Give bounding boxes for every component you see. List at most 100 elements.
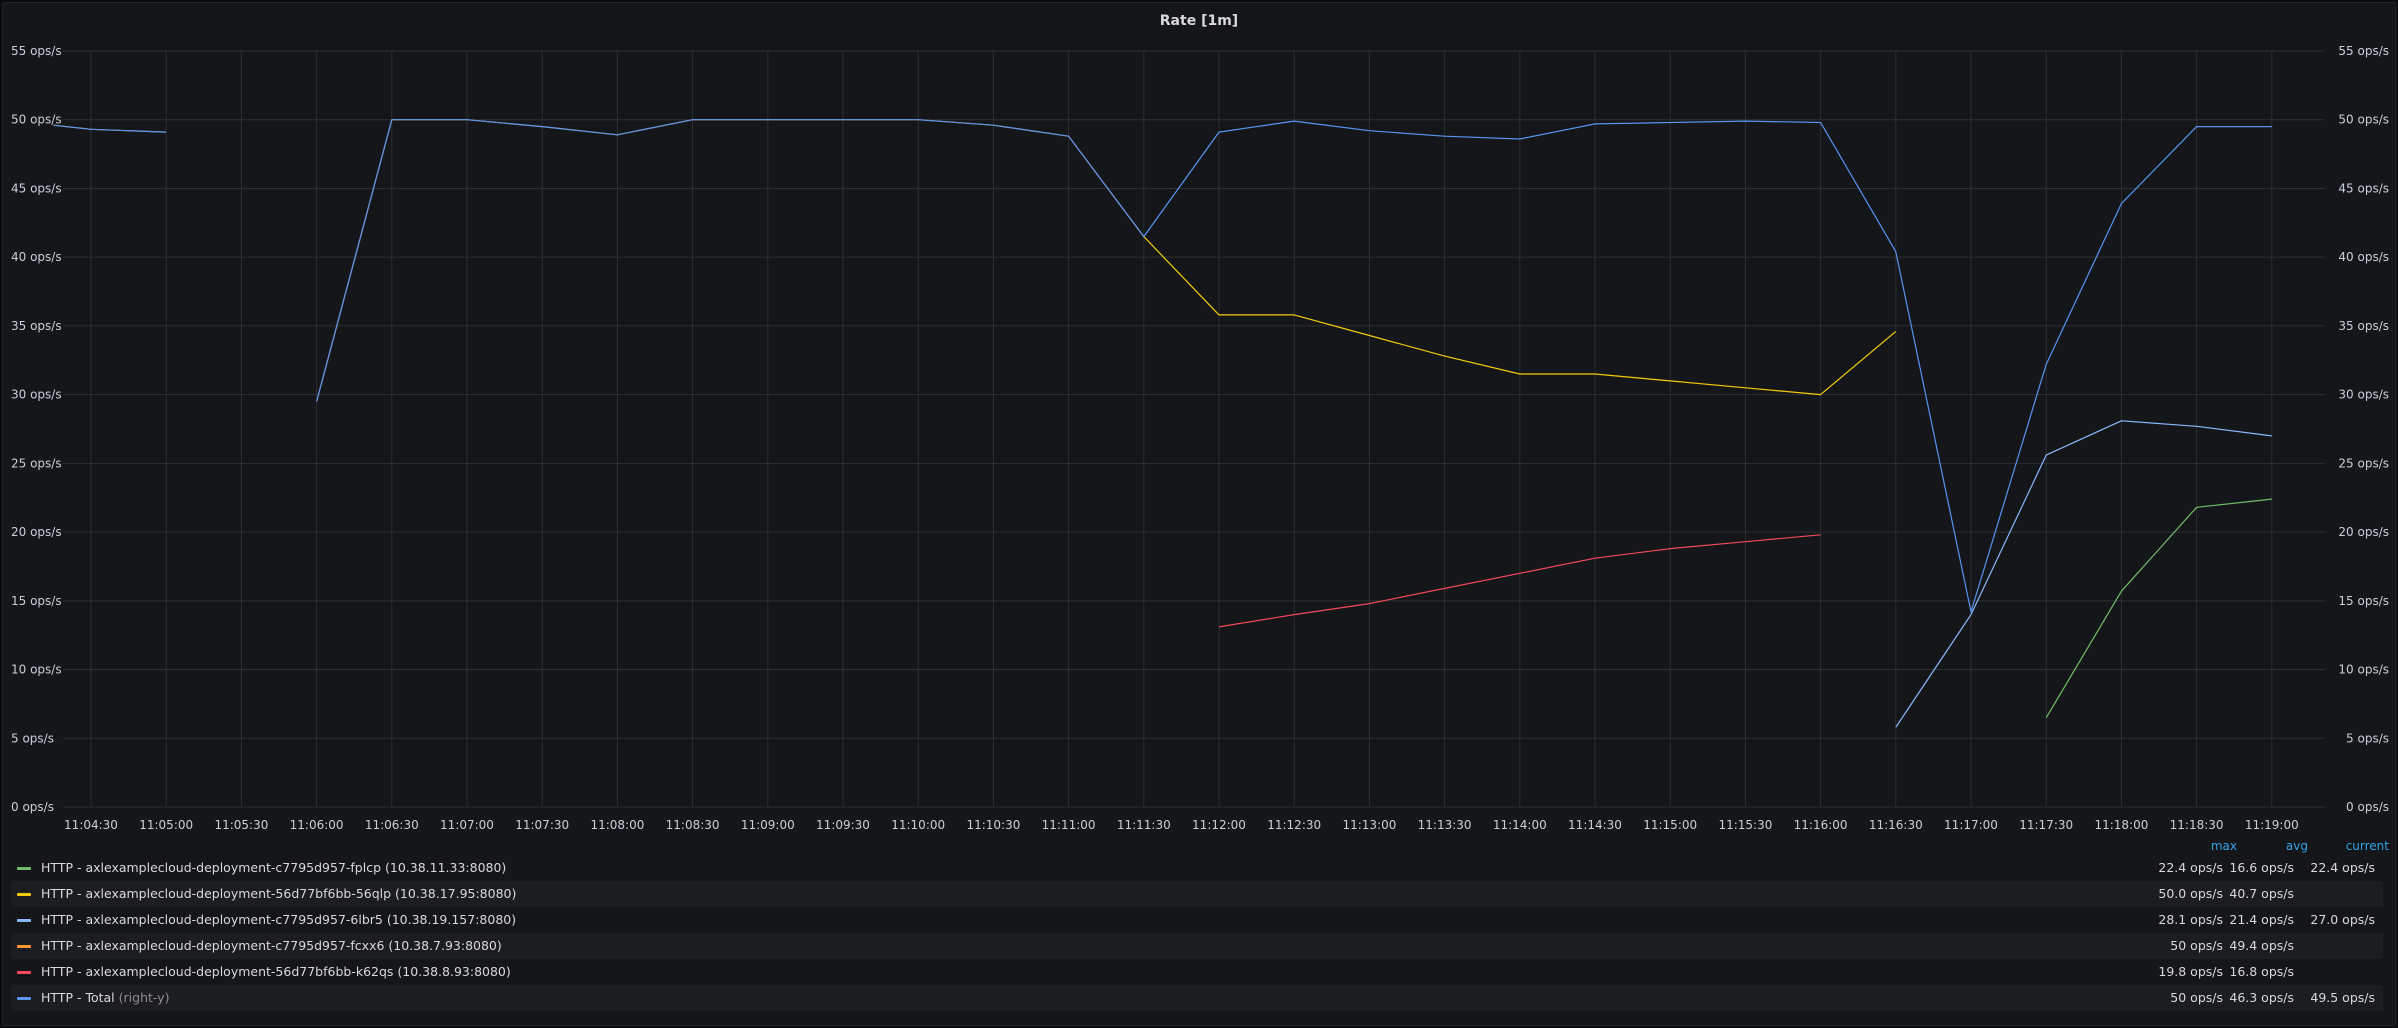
- y2-tick-label: 10 ops/s: [2338, 663, 2389, 677]
- series-line: [53, 124, 167, 133]
- series-line: [316, 119, 1145, 402]
- y2-tick-label: 0 ops/s: [2346, 800, 2389, 814]
- legend-current-value: 49.5 ops/s: [2310, 990, 2375, 1005]
- x-tick-label: 11:18:30: [2170, 818, 2224, 832]
- y2-tick-label: 5 ops/s: [2346, 731, 2389, 745]
- x-tick-label: 11:13:00: [1342, 818, 1396, 832]
- legend-series-name[interactable]: HTTP - axlexamplecloud-deployment-c7795d…: [41, 933, 502, 959]
- legend-avg-value: 46.3 ops/s: [2229, 990, 2294, 1005]
- x-tick-label: 11:06:30: [365, 818, 419, 832]
- x-tick-label: 11:07:00: [440, 818, 494, 832]
- legend-avg-value: 16.6 ops/s: [2229, 860, 2294, 875]
- legend-row[interactable]: HTTP - axlexamplecloud-deployment-c7795d…: [11, 933, 2383, 959]
- legend-series-name[interactable]: HTTP - axlexamplecloud-deployment-c7795d…: [41, 907, 516, 933]
- legend-max-value: 50.0 ops/s: [2158, 886, 2223, 901]
- series-color-swatch[interactable]: [17, 893, 31, 896]
- y-tick-label: 20 ops/s: [11, 525, 62, 539]
- legend-max-value: 50 ops/s: [2170, 938, 2223, 953]
- chart-plot: 0 ops/s 5 ops/s 10 ops/s 15 ops/s 20 ops/s 25…: [11, 44, 2389, 832]
- legend-series-name[interactable]: HTTP - axlexamplecloud-deployment-c7795d…: [41, 855, 506, 881]
- legend-max-value: 28.1 ops/s: [2158, 912, 2223, 927]
- legend-axis-note: (right-y): [118, 990, 170, 1005]
- chart-grid: [63, 50, 2325, 808]
- y-tick-label: 5 ops/s: [11, 731, 54, 745]
- x-tick-label: 11:15:30: [1718, 818, 1772, 832]
- y2-tick-label: 55 ops/s: [2338, 44, 2389, 58]
- series-lines: [53, 119, 2272, 728]
- x-tick-label: 11:19:00: [2245, 818, 2299, 832]
- legend-current-value: 27.0 ops/s: [2310, 912, 2375, 927]
- legend-series-name[interactable]: HTTP - axlexamplecloud-deployment-56d77b…: [41, 959, 511, 985]
- y2-tick-label: 45 ops/s: [2338, 181, 2389, 195]
- x-tick-label: 11:15:00: [1643, 818, 1697, 832]
- y-tick-label: 55 ops/s: [11, 44, 62, 58]
- legend-series-name[interactable]: HTTP - axlexamplecloud-deployment-56d77b…: [41, 881, 516, 907]
- x-tick-label: 11:12:00: [1192, 818, 1246, 832]
- y2-tick-label: 15 ops/s: [2338, 594, 2389, 608]
- x-axis: 11:04:30 11:05:00 11:05:30 11:06:00 11:06:30…: [64, 818, 2299, 832]
- legend-header: max avg current: [3, 839, 2397, 853]
- series-color-swatch[interactable]: [17, 867, 31, 870]
- legend-series-name-text: HTTP - Total: [41, 990, 115, 1005]
- x-tick-label: 11:16:00: [1794, 818, 1848, 832]
- legend-col-current[interactable]: current: [2346, 839, 2389, 853]
- legend-avg-value: 40.7 ops/s: [2229, 886, 2294, 901]
- x-tick-label: 11:07:30: [515, 818, 569, 832]
- legend-row[interactable]: HTTP - axlexamplecloud-deployment-56d77b…: [11, 959, 2383, 985]
- legend-row[interactable]: HTTP - axlexamplecloud-deployment-c7795d…: [11, 907, 2383, 933]
- y-tick-label: 30 ops/s: [11, 388, 62, 402]
- legend-row[interactable]: HTTP - axlexamplecloud-deployment-56d77b…: [11, 881, 2383, 907]
- x-tick-label: 11:13:30: [1418, 818, 1472, 832]
- legend-max-value: 50 ops/s: [2170, 990, 2223, 1005]
- x-tick-label: 11:11:00: [1042, 818, 1096, 832]
- series-line: [1895, 420, 2272, 728]
- legend-series-name[interactable]: HTTP - Total (right-y): [41, 985, 169, 1011]
- x-tick-label: 11:08:00: [590, 818, 644, 832]
- y2-tick-label: 50 ops/s: [2338, 113, 2389, 127]
- legend-max-value: 19.8 ops/s: [2158, 964, 2223, 979]
- x-tick-label: 11:11:30: [1117, 818, 1171, 832]
- y2-tick-label: 20 ops/s: [2338, 525, 2389, 539]
- y2-tick-label: 40 ops/s: [2338, 250, 2389, 264]
- y-tick-label: 0 ops/s: [11, 800, 54, 814]
- legend-col-max[interactable]: max: [2211, 839, 2237, 853]
- legend-avg-value: 49.4 ops/s: [2229, 938, 2294, 953]
- x-tick-label: 11:10:30: [966, 818, 1020, 832]
- x-tick-label: 11:14:30: [1568, 818, 1622, 832]
- y-tick-label: 50 ops/s: [11, 113, 62, 127]
- series-color-swatch[interactable]: [17, 997, 31, 1000]
- x-tick-label: 11:16:30: [1869, 818, 1923, 832]
- y-axis-right: 0 ops/s 5 ops/s 10 ops/s 15 ops/s 20 ops/s 25…: [2338, 44, 2389, 814]
- legend-current-value: 22.4 ops/s: [2310, 860, 2375, 875]
- x-tick-label: 11:04:30: [64, 818, 118, 832]
- graph-panel: Rate [1m] 0 ops/s 5 ops/s 10 ops/s 15 ops/s…: [2, 2, 2396, 1026]
- x-tick-label: 11:12:30: [1267, 818, 1321, 832]
- y-tick-label: 10 ops/s: [11, 663, 62, 677]
- x-tick-label: 11:06:00: [290, 818, 344, 832]
- x-tick-label: 11:17:30: [2019, 818, 2073, 832]
- x-tick-label: 11:08:30: [666, 818, 720, 832]
- y-tick-label: 35 ops/s: [11, 319, 62, 333]
- y-tick-label: 40 ops/s: [11, 250, 62, 264]
- y2-tick-label: 25 ops/s: [2338, 456, 2389, 470]
- y-tick-label: 15 ops/s: [11, 594, 62, 608]
- y2-tick-label: 35 ops/s: [2338, 319, 2389, 333]
- x-tick-label: 11:18:00: [2094, 818, 2148, 832]
- x-tick-label: 11:14:00: [1493, 818, 1547, 832]
- x-tick-label: 11:17:00: [1944, 818, 1998, 832]
- legend-avg-value: 21.4 ops/s: [2229, 912, 2294, 927]
- legend-col-avg[interactable]: avg: [2286, 839, 2308, 853]
- legend-max-value: 22.4 ops/s: [2158, 860, 2223, 875]
- x-tick-label: 11:05:00: [139, 818, 193, 832]
- series-color-swatch[interactable]: [17, 971, 31, 974]
- series-color-swatch[interactable]: [17, 919, 31, 922]
- x-tick-label: 11:05:30: [214, 818, 268, 832]
- y-tick-label: 45 ops/s: [11, 181, 62, 195]
- y2-tick-label: 30 ops/s: [2338, 388, 2389, 402]
- legend-row[interactable]: HTTP - axlexamplecloud-deployment-c7795d…: [11, 855, 2383, 881]
- x-tick-label: 11:09:00: [741, 818, 795, 832]
- legend-row[interactable]: HTTP - Total (right-y) 50 ops/s 46.3 ops/…: [11, 985, 2383, 1011]
- series-color-swatch[interactable]: [17, 945, 31, 948]
- x-tick-label: 11:09:30: [816, 818, 870, 832]
- legend-avg-value: 16.8 ops/s: [2229, 964, 2294, 979]
